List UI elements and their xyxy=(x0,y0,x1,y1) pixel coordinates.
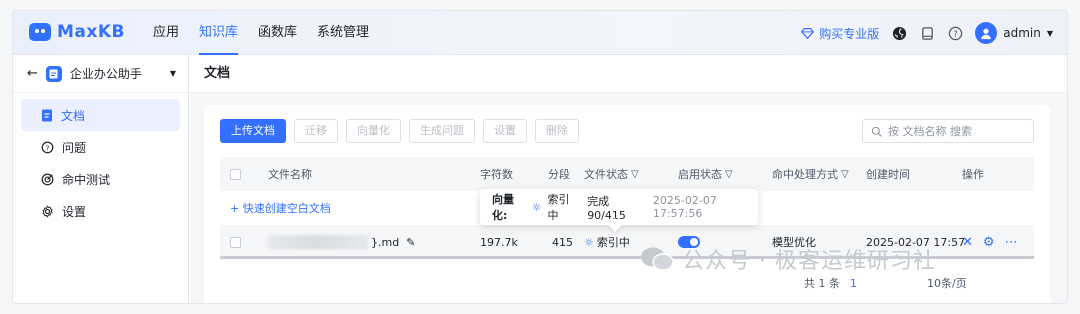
table-header: 文件名称 字符数 分段 文件状态 ▽ 启用状态 ▽ 命中处理方式 ▽ 创建时间 … xyxy=(220,157,1034,191)
total-count: 共 1 条 xyxy=(804,277,840,290)
nav-item-apps[interactable]: 应用 xyxy=(145,11,187,55)
col-actions: 操作 xyxy=(962,168,984,181)
main-content: 文档 上传文档 迁移 向量化 生成问题 设置 删除 文件名称 字符数 分段 xyxy=(190,55,1067,303)
upload-document-button[interactable]: 上传文档 xyxy=(220,119,286,143)
sidebar: ← 企业办公助手 ▼ 文档 ? 问题 命中测试 设置 xyxy=(13,55,189,303)
kb-selector[interactable]: ← 企业办公助手 ▼ xyxy=(13,55,188,93)
top-bar: MaxKB 应用 知识库 函数库 系统管理 购买专业版 ? admin ▼ xyxy=(13,11,1067,55)
row-checkbox[interactable] xyxy=(230,236,241,248)
github-icon[interactable] xyxy=(891,25,907,41)
cell-file-status[interactable]: ☼ 索引中 xyxy=(584,225,630,259)
kb-icon xyxy=(45,65,62,82)
search-icon xyxy=(871,126,882,137)
target-icon xyxy=(41,173,54,185)
cell-segments: 415 xyxy=(552,235,573,249)
tooltip-label: 向量化: xyxy=(492,193,514,222)
sidebar-menu: 文档 ? 问题 命中测试 设置 xyxy=(13,93,188,227)
col-file-status-label: 文件状态 xyxy=(584,168,628,181)
filter-icon[interactable]: ▽ xyxy=(841,169,849,180)
tooltip-status: 索引中 xyxy=(547,193,570,222)
back-arrow-icon[interactable]: ← xyxy=(27,66,38,81)
col-hit-mode-label: 命中处理方式 xyxy=(772,168,838,181)
gear-icon[interactable]: ⚙ xyxy=(983,235,995,250)
page-number[interactable]: 1 xyxy=(850,277,857,290)
delete-button[interactable]: 删除 xyxy=(535,119,579,143)
sidebar-item-settings[interactable]: 设置 xyxy=(21,195,180,227)
filter-icon[interactable]: ▽ xyxy=(631,169,639,180)
status-label: 索引中 xyxy=(596,236,630,249)
sidebar-item-documents[interactable]: 文档 xyxy=(21,99,180,131)
filename-suffix: }.md xyxy=(371,235,400,249)
col-hit-mode[interactable]: 命中处理方式 ▽ xyxy=(772,157,849,191)
filename-redacted xyxy=(268,235,368,249)
document-icon xyxy=(42,109,52,121)
tooltip-progress: 完成 90/415 xyxy=(587,194,626,222)
cell-chars: 197.7k xyxy=(480,235,518,249)
user-menu[interactable]: admin ▼ xyxy=(975,22,1053,44)
migrate-button[interactable]: 迁移 xyxy=(294,119,338,143)
brand-name: MaxKB xyxy=(57,22,125,42)
select-all-checkbox[interactable] xyxy=(230,168,241,180)
col-enable-status[interactable]: 启用状态 ▽ xyxy=(678,157,733,191)
main-nav: 应用 知识库 函数库 系统管理 xyxy=(145,11,381,55)
nav-item-system[interactable]: 系统管理 xyxy=(309,11,377,55)
buy-pro-button[interactable]: 购买专业版 xyxy=(801,25,879,42)
top-right-actions: 购买专业版 ? admin ▼ xyxy=(801,11,1053,55)
col-created: 创建时间 xyxy=(866,168,910,181)
quick-create-link[interactable]: + 快速创建空白文档 xyxy=(230,200,331,216)
kb-name: 企业办公助手 xyxy=(69,67,142,81)
wechat-icon xyxy=(641,247,674,271)
sidebar-item-label: 问题 xyxy=(62,140,87,155)
sidebar-item-questions[interactable]: ? 问题 xyxy=(21,131,180,163)
edit-icon[interactable]: ✎ xyxy=(406,236,415,249)
sidebar-item-label: 设置 xyxy=(62,204,87,219)
logo-icon xyxy=(29,23,51,41)
sidebar-item-label: 文档 xyxy=(61,108,86,123)
buy-pro-label: 购买专业版 xyxy=(819,26,880,41)
nav-item-functions[interactable]: 函数库 xyxy=(250,11,305,55)
diamond-icon xyxy=(801,27,815,39)
svg-text:?: ? xyxy=(46,143,50,152)
search-box xyxy=(862,119,1034,143)
avatar xyxy=(975,22,998,44)
col-chars: 字符数 xyxy=(480,168,513,181)
book-icon[interactable] xyxy=(919,25,935,41)
col-segments: 分段 xyxy=(548,168,570,181)
cancel-icon[interactable]: ✕ xyxy=(962,235,973,250)
help-icon[interactable]: ? xyxy=(947,25,963,41)
generate-questions-button[interactable]: 生成问题 xyxy=(409,119,475,143)
vectorize-tooltip: 向量化: ☼ 索引中 完成 90/415 2025-02-07 17:57:56 xyxy=(480,189,758,225)
caret-down-icon: ▼ xyxy=(169,69,176,78)
brand-logo[interactable]: MaxKB xyxy=(29,22,125,42)
more-icon[interactable]: ⋯ xyxy=(1005,235,1018,250)
toolbar: 上传文档 迁移 向量化 生成问题 设置 删除 xyxy=(220,119,579,143)
filter-icon[interactable]: ▽ xyxy=(725,169,733,180)
col-enable-status-label: 启用状态 xyxy=(678,168,722,181)
page-title: 文档 xyxy=(190,55,1067,93)
col-filename: 文件名称 xyxy=(268,168,312,181)
loading-icon: ☼ xyxy=(531,200,542,214)
loading-icon: ☼ xyxy=(584,235,594,249)
gear-icon xyxy=(42,204,53,218)
settings-button[interactable]: 设置 xyxy=(483,119,527,143)
sidebar-item-hit-test[interactable]: 命中测试 xyxy=(21,163,180,195)
watermark: 公众号 · 极客运维研习社 xyxy=(640,243,936,275)
vectorize-button[interactable]: 向量化 xyxy=(346,119,401,143)
pagination: 共 1 条 1 10条/页 xyxy=(804,275,967,291)
col-file-status[interactable]: 文件状态 ▽ xyxy=(584,157,639,191)
search-input[interactable] xyxy=(888,124,1028,138)
caret-down-icon: ▼ xyxy=(1046,28,1053,38)
nav-item-knowledge[interactable]: 知识库 xyxy=(191,11,246,55)
question-icon: ? xyxy=(41,141,54,153)
user-name: admin xyxy=(1003,26,1041,40)
page-size-select[interactable]: 10条/页 xyxy=(927,275,967,291)
watermark-text: 公众号 · 极客运维研习社 xyxy=(682,249,936,274)
sidebar-item-label: 命中测试 xyxy=(62,172,111,187)
tooltip-time: 2025-02-07 17:57:56 xyxy=(652,194,717,220)
svg-text:?: ? xyxy=(953,28,957,38)
